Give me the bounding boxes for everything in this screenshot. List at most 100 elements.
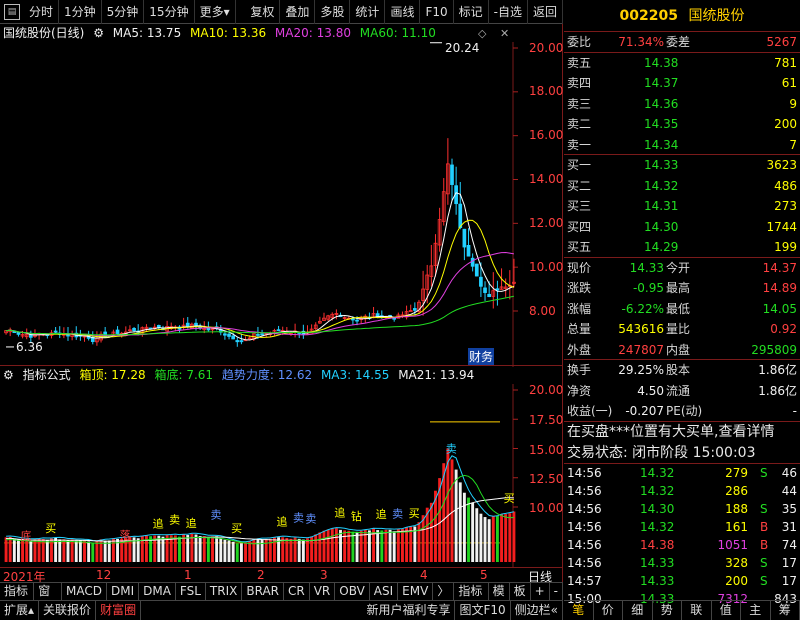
finance-badge[interactable]: 财务 xyxy=(468,348,495,365)
toolbar-back[interactable]: 返回 xyxy=(528,0,563,24)
buy-order-row[interactable]: 买一 14.33 3623 xyxy=(564,155,800,176)
toolbar-draw[interactable]: 画线 xyxy=(385,0,421,24)
indicator-bar xyxy=(194,534,198,562)
quote-tab[interactable]: 细 xyxy=(623,601,653,620)
tick-row: 14:56 14.32 286 44 xyxy=(564,482,800,500)
ma21-legend: MA21: 13.94 xyxy=(398,368,475,382)
tab-new-user-benefits[interactable]: 新用户福利专享 xyxy=(362,601,456,620)
time-axis: 2021年 12 1 2 3 4 5 日线 xyxy=(0,567,563,584)
tab-window[interactable]: 窗口 xyxy=(34,583,62,615)
indicator-bar xyxy=(231,541,235,562)
tab-wealth-circle[interactable]: 财富圈 xyxy=(96,601,142,620)
tab-sidebar[interactable]: 侧边栏« xyxy=(511,601,563,620)
candle-body xyxy=(53,330,58,333)
tick-time: 14:56 xyxy=(567,519,602,534)
tab-dmi[interactable]: DMI xyxy=(107,583,140,600)
indicator-bar xyxy=(306,538,309,562)
signal-label: 追 xyxy=(277,514,288,528)
gear-icon[interactable]: ⚙ xyxy=(93,26,104,40)
tab-template[interactable]: 模 xyxy=(489,583,510,600)
buy-order-row[interactable]: 买二 14.32 486 xyxy=(564,176,800,197)
indicator-bar xyxy=(95,541,99,562)
indicator-bar xyxy=(392,531,396,562)
buy-volume: 3623 xyxy=(766,158,797,172)
stats-label: 净资 xyxy=(567,383,592,398)
layout-icon[interactable]: ▤ xyxy=(4,3,20,20)
sell-order-row[interactable]: 卖三 14.36 9 xyxy=(564,94,800,115)
toolbar-5min[interactable]: 5分钟 xyxy=(102,0,145,24)
tab-related-quotes[interactable]: 关联报价 xyxy=(39,601,97,620)
tab-fsl[interactable]: FSL xyxy=(176,583,206,600)
tick-list[interactable]: 14:56 14.32 279 S 46 14:56 14.32 286 44 14:56 14.3… xyxy=(564,464,800,608)
toolbar-multi[interactable]: 多股 xyxy=(315,0,351,24)
tab-obv[interactable]: OBV xyxy=(335,583,370,600)
quote-label: 内盘 xyxy=(666,342,691,357)
buy-order-row[interactable]: 买三 14.31 273 xyxy=(564,196,800,217)
quote-tab[interactable]: 主 xyxy=(741,601,771,620)
quote-row: 涨跌 -0.95 最高 14.89 xyxy=(564,278,800,299)
toolbar-15min[interactable]: 15分钟 xyxy=(144,0,195,24)
tick-direction: S xyxy=(760,555,768,570)
indicator-bar xyxy=(330,528,334,562)
tab-indicator-a[interactable]: 指标A xyxy=(0,583,35,615)
tab-emv[interactable]: EMV xyxy=(398,583,434,600)
tab-graphic-f10[interactable]: 图文F10 xyxy=(455,601,511,620)
tab-indicator-b[interactable]: 指标B xyxy=(454,583,489,615)
toolbar-more[interactable]: 更多▾ xyxy=(195,0,236,24)
tab-extend[interactable]: 扩展▴ xyxy=(0,601,40,620)
tick-direction: S xyxy=(760,573,768,588)
chevron-right-icon[interactable]: 〉 xyxy=(433,583,455,600)
big-order-notice[interactable]: 在买盘***位置有大买单,查看详情 xyxy=(564,422,800,443)
toolbar-watchlist[interactable]: -自选 xyxy=(489,0,528,24)
stats-label: 收益(一) xyxy=(567,404,613,418)
sell-order-row[interactable]: 卖五 14.38 781 xyxy=(564,53,800,74)
toolbar-stats[interactable]: 统计 xyxy=(350,0,386,24)
quote-tab[interactable]: 笔 xyxy=(564,601,594,620)
toolbar-1min[interactable]: 1分钟 xyxy=(59,0,102,24)
quote-tab[interactable]: 价 xyxy=(594,601,623,620)
indicator-bar xyxy=(83,540,86,562)
quote-tab[interactable]: 联 xyxy=(682,601,712,620)
tab-macd[interactable]: MACD xyxy=(62,583,107,600)
toolbar-mark[interactable]: 标记 xyxy=(454,0,489,24)
zoom-in-button[interactable]: + xyxy=(531,583,550,600)
tab-vr[interactable]: VR xyxy=(310,583,336,600)
stock-name[interactable]: 国统股份 xyxy=(688,8,744,24)
quote-tab[interactable]: 值 xyxy=(712,601,741,620)
candle-body xyxy=(474,263,479,277)
quote-tab[interactable]: 筹 xyxy=(771,601,800,620)
signal-label: 卖 xyxy=(305,512,316,525)
toolbar-intraday[interactable]: 分时 xyxy=(24,0,60,24)
toolbar-overlay[interactable]: 叠加 xyxy=(280,0,316,24)
gear-icon[interactable]: ⚙ xyxy=(3,368,14,382)
kline-chart-area[interactable]: 国统股份(日线) ⚙ MA5: 13.75 MA10: 13.36 MA20: … xyxy=(0,24,563,595)
axis-label: 12.50 xyxy=(529,472,564,486)
tick-count: 74 xyxy=(781,537,797,552)
tab-trix[interactable]: TRIX xyxy=(206,583,243,600)
quote-value: -0.95 xyxy=(632,281,664,295)
buy-order-row[interactable]: 买五 14.29 199 xyxy=(564,237,800,258)
close-icon[interactable]: ✕ xyxy=(500,27,509,40)
diamond-icon[interactable]: ◇ xyxy=(478,27,486,40)
tab-dma[interactable]: DMA xyxy=(139,583,176,600)
axis-label: 15.00 xyxy=(529,443,564,457)
tab-asi[interactable]: ASI xyxy=(370,583,399,600)
zoom-out-button[interactable]: - xyxy=(550,583,563,600)
toolbar-adjust[interactable]: 复权 xyxy=(245,0,281,24)
tab-cr[interactable]: CR xyxy=(284,583,310,600)
indicator-bar xyxy=(260,539,264,562)
tab-board[interactable]: 板 xyxy=(510,583,531,600)
sell-order-row[interactable]: 卖二 14.35 200 xyxy=(564,114,800,135)
sell-price: 14.36 xyxy=(644,96,679,111)
indicator-bar xyxy=(458,482,462,562)
sell-order-row[interactable]: 卖四 14.37 61 xyxy=(564,73,800,94)
indicator-bar xyxy=(471,503,475,562)
sell-order-row[interactable]: 卖一 14.34 7 xyxy=(564,135,800,155)
chart-title: 国统股份(日线) xyxy=(3,26,85,40)
weibi-label: 委比 xyxy=(567,35,592,49)
buy-order-row[interactable]: 买四 14.30 1744 xyxy=(564,217,800,238)
quote-value: 295809 xyxy=(751,342,797,357)
tab-brar[interactable]: BRAR xyxy=(242,583,284,600)
toolbar-f10[interactable]: F10 xyxy=(420,0,454,24)
quote-tab[interactable]: 势 xyxy=(653,601,682,620)
